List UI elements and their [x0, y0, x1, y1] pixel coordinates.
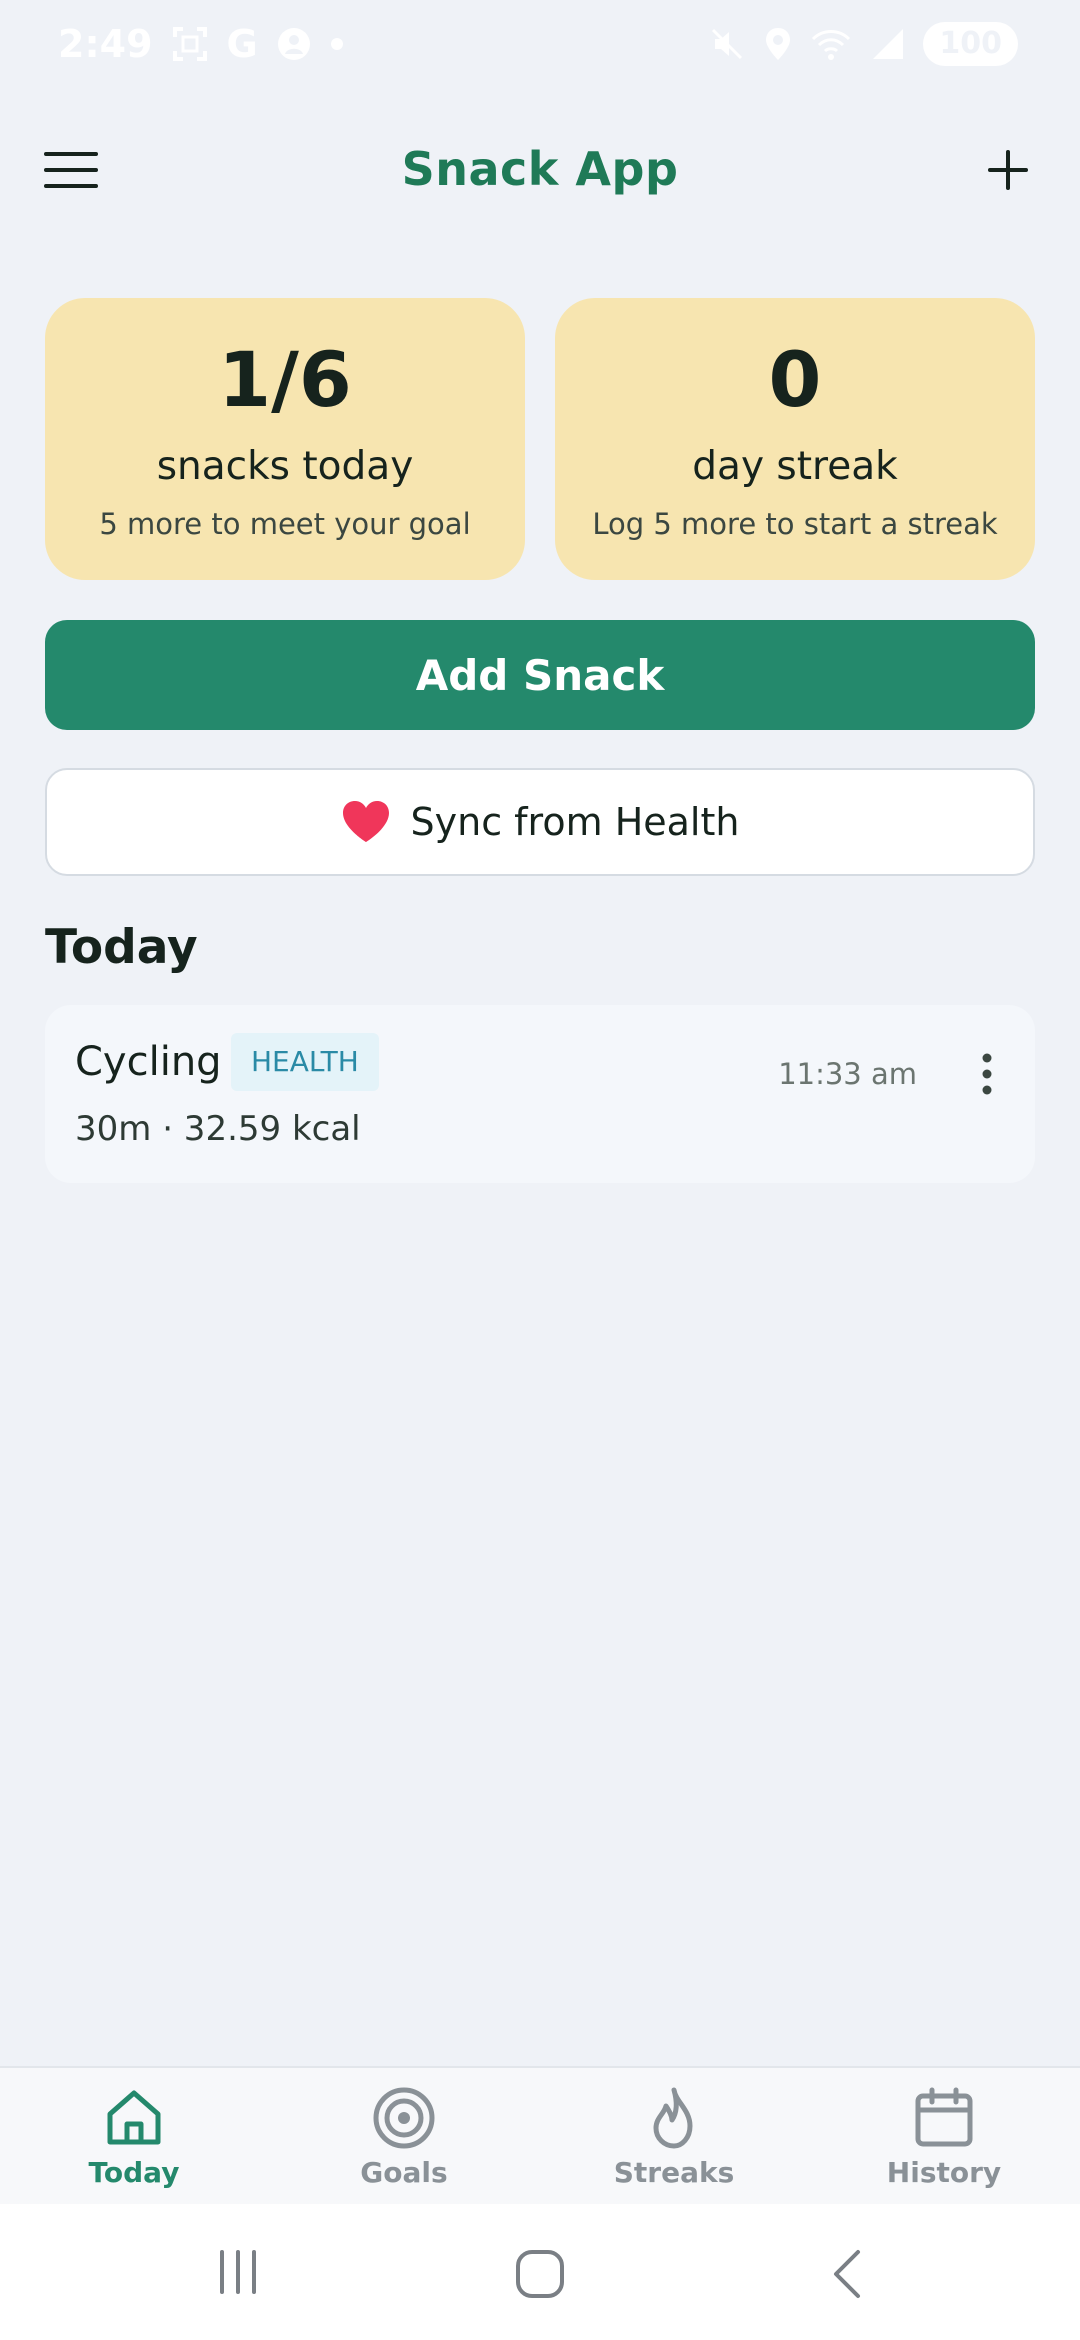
sync-label: Sync from Health: [410, 800, 740, 844]
tab-goals-label: Goals: [360, 2156, 448, 2189]
account-icon: [277, 28, 310, 60]
home-button-icon[interactable]: [514, 2248, 566, 2300]
snacks-today-value: 1/6: [218, 335, 352, 424]
tab-history-label: History: [886, 2156, 1002, 2189]
snacks-today-label: snacks today: [156, 444, 414, 489]
tab-today[interactable]: Today: [34, 2086, 234, 2189]
tab-today-label: Today: [88, 2156, 180, 2189]
dot-icon: [330, 38, 343, 50]
day-streak-value: 0: [768, 335, 822, 424]
add-snack-button[interactable]: Add Snack: [45, 620, 1035, 730]
entry-name: Cycling: [75, 1039, 222, 1085]
entry-time: 11:33 am: [778, 1057, 917, 1091]
day-streak-card: 0 day streak Log 5 more to start a strea…: [555, 298, 1035, 580]
sync-from-health-button[interactable]: Sync from Health: [45, 768, 1035, 876]
location-icon: [766, 28, 791, 60]
status-left: 2:49 G: [58, 18, 344, 70]
tab-streaks[interactable]: Streaks: [574, 2086, 774, 2189]
entry-more-button[interactable]: [981, 1053, 993, 1095]
tab-goals[interactable]: Goals: [304, 2086, 504, 2189]
status-bar: 2:49 G 100: [0, 0, 1080, 88]
wifi-icon: [812, 30, 851, 60]
target-icon: [373, 2087, 435, 2149]
back-icon[interactable]: [826, 2248, 866, 2300]
add-button[interactable]: [984, 146, 1032, 194]
day-streak-label: day streak: [692, 444, 898, 489]
app-header: Snack App: [0, 120, 1080, 220]
heart-icon: [342, 801, 389, 842]
plus-icon: [988, 150, 1028, 190]
recent-apps-icon[interactable]: [214, 2248, 262, 2296]
app-title: Snack App: [401, 142, 679, 196]
day-streak-subtext: Log 5 more to start a streak: [592, 507, 998, 541]
entry-details: 30m · 32.59 kcal: [75, 1109, 361, 1149]
battery-indicator: 100: [923, 22, 1018, 66]
snacks-today-subtext: 5 more to meet your goal: [99, 507, 471, 541]
add-snack-label: Add Snack: [415, 650, 665, 700]
signal-icon: [873, 29, 904, 59]
home-icon: [107, 2090, 161, 2145]
mute-icon: [712, 28, 743, 60]
list-item[interactable]: Cycling HEALTH 30m · 32.59 kcal 11:33 am: [45, 1005, 1035, 1183]
carrier-glyph: G: [226, 22, 258, 66]
screenshot-icon: [172, 27, 207, 61]
bottom-navigation: Today Goals Streaks History: [0, 2066, 1080, 2206]
today-section-title: Today: [45, 920, 198, 975]
tab-history[interactable]: History: [844, 2086, 1044, 2189]
tab-streaks-label: Streaks: [613, 2156, 735, 2189]
system-navigation-bar: [0, 2204, 1080, 2340]
status-right: 100: [709, 18, 1018, 70]
snacks-today-card: 1/6 snacks today 5 more to meet your goa…: [45, 298, 525, 580]
flame-icon: [653, 2087, 693, 2149]
calendar-icon: [915, 2087, 973, 2147]
status-time: 2:49: [58, 22, 153, 66]
entry-source-badge: HEALTH: [231, 1033, 379, 1091]
more-vertical-icon: [982, 1053, 992, 1095]
